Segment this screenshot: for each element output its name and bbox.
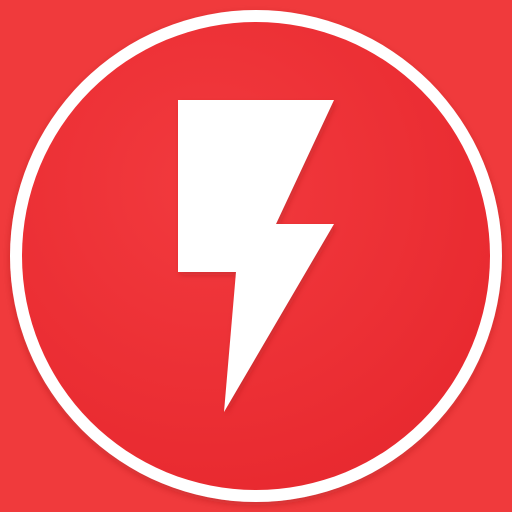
app-icon-graphic bbox=[0, 0, 512, 512]
app-icon[interactable] bbox=[0, 0, 512, 512]
